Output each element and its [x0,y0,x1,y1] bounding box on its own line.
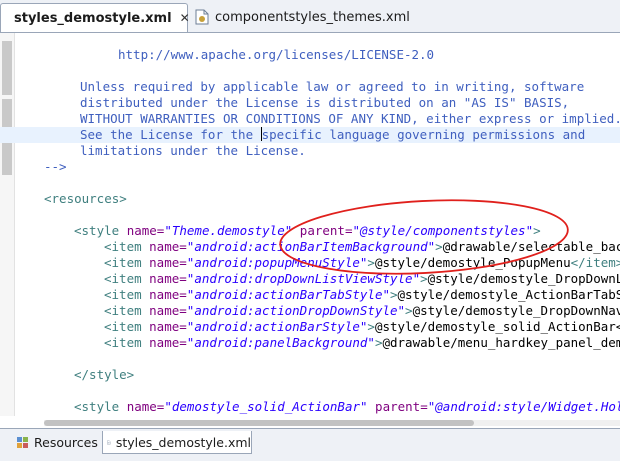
code-line: distributed under the License is distrib… [80,95,570,110]
tab-componentstyles-themes[interactable]: componentstyles_themes.xml [188,3,418,31]
tab-resources[interactable]: Resources [12,431,100,453]
code-line: <item name="android:panelBackground">@dr… [104,335,620,350]
xml-file-icon [195,9,209,25]
code-line: <item name="android:dropDownListViewStyl… [104,271,620,286]
code-line: --> [44,159,67,174]
tab-xml-source[interactable]: styles_demostyle.xml [102,431,252,454]
tab-label: styles_demostyle.xml [14,10,172,26]
code-line: <style name="Theme.demostyle" parent="@s… [74,223,541,238]
horizontal-scrollbar[interactable] [44,418,620,428]
xml-file-icon [107,440,111,444]
tab-styles-demostyle[interactable]: </> styles_demostyle.xml ✕ [0,3,190,32]
editor-tab-bar: </> styles_demostyle.xml ✕ componentstyl… [0,0,620,33]
code-line: <item name="android:actionBarItemBackgro… [104,239,620,254]
code-line: Unless required by applicable law or agr… [80,79,585,94]
code-line: limitations under the License. [80,143,306,158]
code-line: <item name="android:actionBarStyle">@sty… [104,319,620,334]
folding-marker [2,41,12,95]
tab-label: Resources [34,434,98,450]
overview-ruler [0,33,15,416]
code-area[interactable]: http://www.apache.org/licenses/LICENSE-2… [0,33,620,416]
code-line: http://www.apache.org/licenses/LICENSE-2… [118,47,435,62]
code-line: <item name="android:actionDropDownStyle"… [104,303,620,318]
code-line: <item name="android:actionBarTabStyle">@… [104,287,620,302]
scrollbar-thumb[interactable] [44,420,474,426]
tab-label: styles_demostyle.xml [115,434,251,450]
tab-label: componentstyles_themes.xml [215,9,410,25]
xml-source-editor[interactable]: http://www.apache.org/licenses/LICENSE-2… [0,33,620,416]
current-line: See the License for the specific languag… [0,127,620,143]
code-line: </style> [74,367,135,382]
code-line: <resources> [44,191,127,206]
code-line: <style name="demostyle_solid_ActionBar" … [74,399,620,414]
code-line: <item name="android:popupMenuStyle">@sty… [104,255,620,270]
code-line: WITHOUT WARRANTIES OR CONDITIONS OF ANY … [80,111,620,126]
resources-icon [17,436,28,448]
editor-page-tabs: Resources styles_demostyle.xml [0,428,620,461]
